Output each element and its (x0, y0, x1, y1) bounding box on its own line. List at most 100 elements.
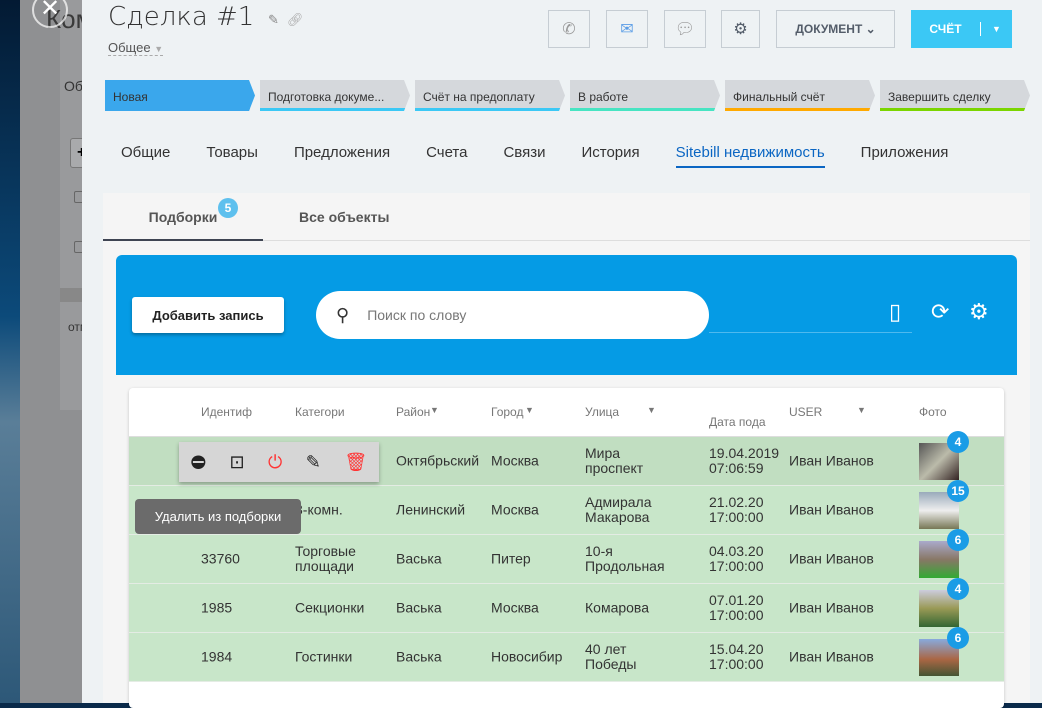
tab-products[interactable]: Товары (206, 144, 258, 168)
cell-district: Ленинский (396, 501, 466, 518)
sitebill-panel: Подборки 5 Все объекты Добавить запись ⚲… (103, 193, 1030, 708)
tab-invoices[interactable]: Счета (426, 144, 467, 168)
toolbar: Добавить запись ⚲ Поиск по слову ▯ ⟳ ⚙ (116, 255, 1017, 375)
background-page: Общ + отм (20, 0, 102, 703)
sort-icon[interactable]: ▼ (857, 405, 866, 415)
preview-icon[interactable]: ⊡ (229, 452, 244, 473)
tooltip: Удалить из подборки (135, 499, 301, 534)
call-button[interactable]: ✆ (548, 10, 590, 48)
edit-icon[interactable]: ✎ (268, 12, 279, 28)
cell-district: Васька (396, 648, 442, 665)
stage-complete[interactable]: Завершить сделку (880, 80, 1030, 111)
calendar-icon[interactable]: ▯ (889, 299, 901, 325)
mail-icon: ✉ (620, 21, 634, 38)
gear-icon: ⚙ (733, 21, 748, 38)
subtab-all-objects[interactable]: Все объекты (299, 209, 389, 225)
cell-date: 15.04.20 17:00:00 (709, 641, 764, 672)
cell-date: 19.04.2019 07:06:59 (709, 445, 780, 476)
settings-button[interactable]: ⚙ (721, 10, 760, 48)
stage-final-invoice[interactable]: Финальный счёт (725, 80, 875, 111)
table-row[interactable]: 33760 Торговые площади Васька Питер 10-я Про… (129, 529, 1004, 584)
document-button[interactable]: ДОКУМЕНТ ⌄ (776, 10, 895, 48)
selections-count-badge: 5 (218, 198, 238, 218)
cell-category: 3-комн. (295, 501, 343, 518)
cell-date: 21.02.20 17:00:00 (709, 494, 764, 525)
category-dropdown[interactable]: Общее ▼ (108, 40, 164, 56)
cell-city: Москва (491, 501, 539, 518)
col-photo: Фото (919, 405, 947, 419)
cell-city: Новосибир (491, 648, 563, 665)
tab-history[interactable]: История (581, 144, 639, 168)
stage-prepayment[interactable]: Счёт на предоплату (415, 80, 565, 111)
cell-user: Иван Иванов (789, 550, 874, 567)
tab-apps[interactable]: Приложения (861, 144, 949, 168)
photo-count-badge: 4 (947, 431, 969, 453)
caret-down-icon[interactable]: ▼ (981, 24, 1012, 34)
cell-street: 40 лет Победы (585, 641, 637, 672)
sort-icon[interactable]: ▼ (525, 405, 534, 415)
edit-icon[interactable]: ✎ (306, 452, 321, 473)
col-district[interactable]: Район (396, 405, 430, 419)
table-header: Идентиф Категори Район ▼ Город ▼ Улица ▼ Да… (129, 388, 1004, 437)
deal-slider: Сделка #1 ✎ 🔗︎ Общее ▼ ✆ ✉ 💬︎ ⚙ ДОКУМЕНТ… (82, 0, 1042, 708)
refresh-icon[interactable]: ⟳ (931, 299, 949, 325)
stage-in-progress[interactable]: В работе (570, 80, 720, 111)
cell-district: Васька (396, 599, 442, 616)
col-date[interactable]: Дата пода (709, 415, 766, 429)
page-title: Сделка #1 (108, 2, 255, 32)
cell-district: Васька (396, 550, 442, 567)
cell-id: 33760 (201, 550, 240, 567)
caret-down-icon: ▼ (154, 44, 164, 54)
email-button[interactable]: ✉ (606, 10, 648, 48)
cell-user: Иван Иванов (789, 648, 874, 665)
add-record-button[interactable]: Добавить запись (132, 297, 284, 333)
link-icon[interactable]: 🔗︎ (287, 12, 304, 28)
cell-date: 07.01.20 17:00:00 (709, 592, 764, 623)
cell-user: Иван Иванов (789, 501, 874, 518)
category-label: Общее (108, 40, 151, 55)
cell-user: Иван Иванов (789, 452, 874, 469)
cell-user: Иван Иванов (789, 599, 874, 616)
remove-icon[interactable]: ⛔︎ (191, 452, 206, 473)
col-user[interactable]: USER (789, 405, 822, 419)
subtab-selections-label: Подборки (148, 209, 218, 225)
cell-district: Октябрьский (396, 452, 480, 469)
table-row[interactable]: 1985 Секционки Васька Москва Комарова 07.01.2… (129, 578, 1004, 633)
chevron-down-icon: ⌄ (865, 22, 876, 36)
sort-icon[interactable]: ▼ (430, 405, 439, 415)
cell-category: Торговые площади (295, 543, 356, 574)
col-id[interactable]: Идентиф (201, 405, 252, 419)
cell-street: Мира проспект (585, 445, 644, 476)
phone-icon: ✆ (562, 21, 576, 38)
deal-tabs: Общие Товары Предложения Счета Связи Ист… (121, 144, 948, 168)
chat-icon: 💬︎ (674, 21, 696, 38)
tab-links[interactable]: Связи (503, 144, 545, 168)
col-category[interactable]: Категори (295, 405, 345, 419)
chat-button[interactable]: 💬︎ (664, 10, 706, 48)
invoice-button[interactable]: СЧЁТ ▼ (911, 10, 1012, 48)
cell-street: Адмирала Макарова (585, 494, 652, 525)
subtab-selections[interactable]: Подборки (103, 193, 263, 241)
col-street[interactable]: Улица (585, 405, 619, 419)
cell-id: 1984 (201, 648, 233, 665)
search-icon: ⚲ (336, 304, 350, 325)
stage-preparing[interactable]: Подготовка докуме... (260, 80, 410, 111)
tab-sitebill[interactable]: Sitebill недвижимость (675, 144, 825, 168)
tab-general[interactable]: Общие (121, 144, 170, 168)
search-input[interactable]: ⚲ Поиск по слову (316, 291, 709, 339)
power-icon[interactable]: ⏻ (268, 452, 282, 473)
cell-street: 10-я Продольная (585, 543, 665, 574)
desktop-background (0, 0, 20, 703)
cell-street: Комарова (585, 599, 649, 616)
objects-table: Идентиф Категори Район ▼ Город ▼ Улица ▼ Да… (129, 388, 1004, 708)
sort-icon[interactable]: ▼ (647, 405, 656, 415)
tab-offers[interactable]: Предложения (294, 144, 390, 168)
table-row[interactable]: 1984 Гостинки Васька Новосибир 40 лет Победы… (129, 627, 1004, 682)
stage-new[interactable]: Новая (105, 80, 255, 111)
col-city[interactable]: Город (491, 405, 523, 419)
pipeline-stages: Новая Подготовка докуме... Счёт на предо… (105, 80, 1030, 111)
photo-count-badge: 15 (947, 480, 969, 502)
trash-icon[interactable]: 🗑︎ (344, 452, 367, 473)
settings-icon[interactable]: ⚙ (969, 299, 989, 325)
photo-count-badge: 6 (947, 627, 969, 649)
